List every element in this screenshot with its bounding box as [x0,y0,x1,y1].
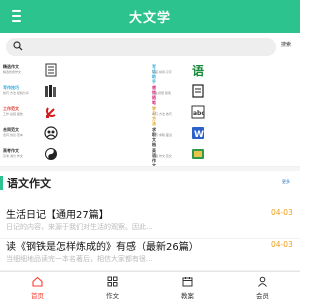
user-icon [258,276,267,287]
article-date: 04-03 [271,240,293,249]
svg-text:语: 语 [192,63,204,77]
word-doc-icon: W [192,127,204,140]
search-button[interactable]: 搜索 [281,41,291,48]
category-subtitle: 英语·作文·范文 [152,154,172,158]
category-title: 求职文档 [152,127,156,147]
article-excerpt: 当细细地品读完一本名著后，相信大家都有很... [6,255,153,263]
category-item[interactable]: 学习方法 学习·方法·技巧 abc [0,103,205,126]
article-title: 生活日记【通用27篇】 [6,210,109,221]
nav-label: 首页 [31,292,44,300]
category-title: 英语作文 [152,148,156,168]
search-bar: 搜索 [0,33,300,61]
category-subtitle: 人生感悟·随笔 [152,91,171,95]
nav-label: 教案 [181,292,194,300]
app-header: 大文学 [0,0,300,33]
search-icon [13,41,23,51]
section-header: 语文作文 更多 [0,171,300,196]
nav-label: 作文 [106,292,119,300]
search-input[interactable] [6,38,276,56]
category-title: 写话助手 [152,64,156,84]
category-subtitle: 学习·方法·技巧 [152,112,172,116]
section-accent-bar [0,176,3,190]
nav-item-member[interactable]: 会员 [225,272,300,300]
abc-icon: abc [191,105,205,119]
calendar-icon [182,277,193,287]
category-item[interactable]: 英语作文 英语·作文·范文 [0,145,204,168]
home-icon [32,276,43,287]
nav-item-home[interactable]: 首页 [0,272,75,300]
category-grid: 精选作文 精选优秀作文 写话助手 写话·拼音·汉字 语 写作技巧 技巧·方法·经… [0,61,300,168]
article-date: 04-03 [271,208,293,217]
list-item[interactable]: 读《钢铁是怎样炼成的》有感（最新26篇） 04-03 当细细地品读完一本名著后，… [0,228,300,271]
article-title: 读《钢铁是怎样炼成的》有感（最新26篇） [6,242,199,253]
yu-icon: 语 [192,63,204,77]
category-item[interactable]: 写话助手 写话·拼音·汉字 语 [0,61,204,84]
svg-text:abc: abc [193,110,205,117]
app-title: 大文学 [128,11,171,26]
bottom-nav: 首页 作文 教案 会员 [0,271,300,300]
grid-icon [107,276,118,287]
nav-item-essay[interactable]: 作文 [75,272,150,300]
category-title: 学习方法 [152,106,156,126]
document-icon [192,84,204,98]
certificate-icon [192,149,204,159]
category-title: 感悟随笔 [152,85,156,105]
section-title: 语文作文 [7,177,51,190]
category-subtitle: 写话·拼音·汉字 [152,70,172,74]
svg-text:W: W [194,130,204,140]
category-item[interactable]: 求职文档 简历·求职·面试 W [0,124,204,147]
category-subtitle: 简历·求职·面试 [152,133,172,137]
more-link[interactable]: 更多 [282,179,290,185]
nav-item-lesson[interactable]: 教案 [150,272,225,300]
nav-label: 会员 [256,292,269,300]
category-item[interactable]: 感悟随笔 人生感悟·随笔 [0,82,204,105]
